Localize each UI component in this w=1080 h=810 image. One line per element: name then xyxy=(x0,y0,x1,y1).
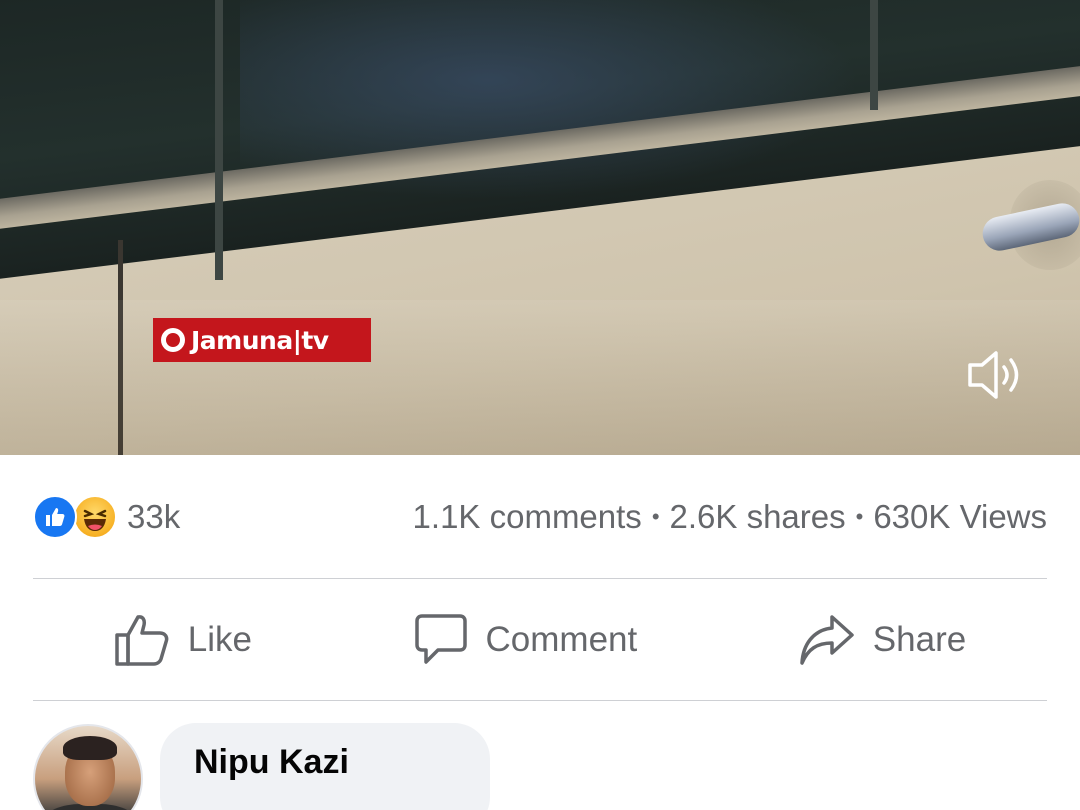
views-count: 630K Views xyxy=(873,498,1047,535)
haha-reaction-icon xyxy=(73,495,117,539)
reactions-summary[interactable]: 33k xyxy=(33,495,180,539)
speaker-volume-icon[interactable] xyxy=(962,345,1026,405)
comment-label: Comment xyxy=(485,620,638,659)
commenter-avatar[interactable] xyxy=(33,724,143,810)
globe-icon xyxy=(161,328,185,352)
channel-logo: Jamuna|tv xyxy=(153,318,371,362)
divider xyxy=(33,700,1047,701)
shares-count[interactable]: 2.6K shares xyxy=(670,498,846,536)
video-player[interactable]: Jamuna|tv xyxy=(0,0,1080,455)
comments-count[interactable]: 1.1K comments xyxy=(413,498,642,536)
separator-dot: • xyxy=(855,504,864,529)
like-button[interactable]: Like xyxy=(114,613,252,667)
channel-logo-text: Jamuna|tv xyxy=(191,325,329,355)
window-pillar xyxy=(215,0,223,280)
share-button[interactable]: Share xyxy=(799,613,966,667)
divider xyxy=(33,578,1047,579)
share-label: Share xyxy=(872,620,967,659)
counts-summary: 1.1K comments • 2.6K shares • 630K Views xyxy=(413,498,1047,536)
comment-button[interactable]: Comment xyxy=(414,613,638,667)
comment-bubble-icon xyxy=(414,614,467,664)
separator-dot: • xyxy=(651,504,660,529)
like-label: Like xyxy=(187,620,252,659)
window-pillar xyxy=(870,0,878,110)
like-reaction-icon xyxy=(33,495,77,539)
comment-bubble: Nipu Kazi xyxy=(160,723,490,810)
thumbs-up-icon xyxy=(115,615,169,666)
comment-author[interactable]: Nipu Kazi xyxy=(194,743,456,782)
share-arrow-icon xyxy=(800,615,854,665)
action-bar: Like Comment Share xyxy=(33,580,1047,700)
reaction-count: 33k xyxy=(127,498,181,535)
engagement-stats: 33k 1.1K comments • 2.6K shares • 630K V… xyxy=(33,494,1047,540)
